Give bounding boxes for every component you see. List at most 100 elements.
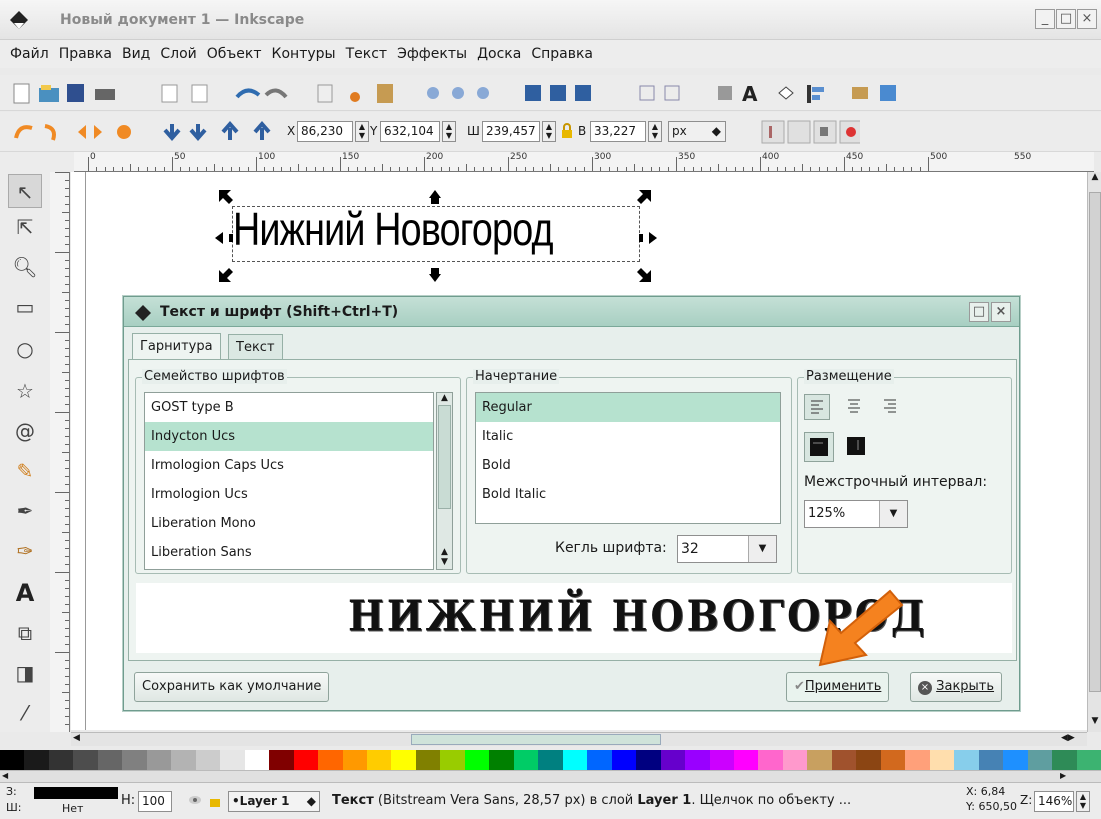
palette-swatch[interactable] [415,750,441,770]
font-style-item[interactable]: Italic [476,422,780,451]
tab-text[interactable]: Текст [228,334,283,360]
palette-swatch[interactable] [342,750,368,770]
node-tool-icon[interactable]: ⇱ [8,210,42,244]
apply-button[interactable]: ✔Применить [786,672,890,702]
horizontal-text-icon[interactable] [804,432,834,462]
layer-select[interactable]: •Layer 1 ◆ [228,791,320,812]
font-style-item[interactable]: Regular [476,393,780,422]
calligraphy-tool-icon[interactable]: ✑ [8,534,42,568]
palette-swatch[interactable] [807,750,833,770]
vertical-ruler[interactable] [50,172,70,732]
vertical-scrollbar[interactable]: ▲ ▼ [1087,172,1101,732]
gradient-tool-icon[interactable]: ◨ [8,656,42,690]
maximize-button[interactable]: □ [1056,9,1076,29]
palette-swatch[interactable] [685,750,711,770]
palette-swatch[interactable] [660,750,686,770]
palette-swatch[interactable] [318,750,344,770]
palette-swatch[interactable] [831,750,857,770]
menu-item[interactable]: Правка [59,40,112,68]
fill-swatch[interactable] [34,787,118,799]
palette-swatch[interactable] [146,750,172,770]
height-field[interactable]: 33,227 [590,121,646,142]
vertical-text-icon[interactable] [842,432,872,462]
star-tool-icon[interactable]: ☆ [8,374,42,408]
menu-item[interactable]: Файл [10,40,49,68]
palette-swatch[interactable] [24,750,50,770]
vertical-scroll-thumb[interactable] [1089,192,1101,692]
dialog-maximize-button[interactable]: □ [969,302,989,322]
palette-swatch[interactable] [636,750,662,770]
palette-swatch[interactable] [195,750,221,770]
palette-scroll-left-icon[interactable]: ◀ [2,771,8,780]
text-tool-icon[interactable]: A [8,576,42,610]
palette-swatch[interactable] [587,750,613,770]
pencil-tool-icon[interactable]: ✎ [8,454,42,488]
scroll-right-icon[interactable]: ◀▶ [1061,733,1075,743]
height-spinner[interactable]: ▲ ▼ [648,121,662,142]
connector-tool-icon[interactable]: ⧉ [8,616,42,650]
font-family-list[interactable]: GOST type B Indycton Ucs Irmologion Caps U… [144,392,434,570]
menu-item[interactable]: Объект [207,40,262,68]
palette-swatch[interactable] [440,750,466,770]
font-family-item[interactable]: Liberation Mono [145,509,433,538]
horizontal-ruler[interactable]: 0 50 100 150 200 250 300 350 400 450 500 550 [74,152,1094,172]
width-field[interactable]: 239,457 [482,121,540,142]
lock-icon[interactable] [560,123,574,139]
x-spinner[interactable]: ▲ ▼ [355,121,369,142]
font-family-scrollbar[interactable]: ▲ ▲ ▼ [436,392,453,570]
family-scroll-up-icon[interactable]: ▲ [437,393,452,403]
close-window-button[interactable]: × [1077,9,1097,29]
palette-swatch[interactable] [1052,750,1078,770]
palette-swatch[interactable] [758,750,784,770]
palette-swatch[interactable] [734,750,759,770]
x-field[interactable]: 86,230 [297,121,353,142]
close-dialog-button[interactable]: × Закрыть [910,672,1003,702]
palette-swatch[interactable] [513,750,539,770]
palette-swatch[interactable] [220,750,246,770]
palette-swatch[interactable] [905,750,931,770]
selector-tool-icon[interactable]: ↖ [8,174,42,208]
palette-swatch[interactable] [464,750,490,770]
scale-toggle-icons[interactable] [760,118,860,146]
line-spacing-dropdown-icon[interactable]: ▼ [879,501,907,527]
y-spinner[interactable]: ▲ ▼ [442,121,456,142]
palette-swatch[interactable] [244,750,270,770]
palette-swatch[interactable] [1076,750,1101,770]
dialog-close-button[interactable]: × [991,302,1011,322]
palette-swatch[interactable] [978,750,1004,770]
menu-item[interactable]: Текст [346,40,387,68]
menu-item[interactable]: Слой [160,40,196,68]
width-spinner[interactable]: ▲ ▼ [542,121,556,142]
scroll-down-icon[interactable]: ▼ [1089,716,1101,730]
palette-swatch[interactable] [48,750,74,770]
horizontal-scrollbar[interactable]: ◀ ◀▶ [71,732,1087,746]
pen-tool-icon[interactable]: ✒ [8,494,42,528]
palette-swatch[interactable] [367,750,392,770]
font-size-combo[interactable]: 32 ▼ [677,535,777,563]
set-default-button[interactable]: Сохранить как умолчание [134,672,330,702]
zoom-tool-icon[interactable]: 🔍︎ [8,250,42,284]
dropper-tool-icon[interactable]: ⁄ [8,696,42,730]
font-family-item[interactable]: Liberation Sans [145,538,433,567]
palette-swatch[interactable] [880,750,906,770]
palette-swatch[interactable] [0,750,25,770]
palette-scrollbar[interactable]: ◀ ▶ [0,770,1101,782]
font-family-item[interactable]: Irmologion Ucs [145,480,433,509]
dialog-titlebar[interactable]: Текст и шрифт (Shift+Ctrl+T) □ × [124,297,1019,327]
scroll-up-icon[interactable]: ▲ [1089,172,1101,186]
menu-item[interactable]: Доска [477,40,521,68]
palette-swatch[interactable] [293,750,319,770]
palette-swatch[interactable] [122,750,148,770]
layer-lock-icon[interactable] [208,792,222,808]
eye-icon[interactable] [188,792,202,808]
menu-item[interactable]: Справка [531,40,593,68]
font-style-item[interactable]: Bold [476,451,780,480]
selection-handles[interactable] [211,186,661,286]
palette-swatch[interactable] [856,750,882,770]
y-field[interactable]: 632,104 [380,121,440,142]
palette-scroll-right-icon[interactable]: ▶ [1060,771,1066,780]
align-center-icon[interactable] [842,394,868,420]
line-spacing-combo[interactable]: 125% ▼ [804,500,908,528]
palette-swatch[interactable] [562,750,588,770]
font-style-item[interactable]: Bold Italic [476,480,780,509]
